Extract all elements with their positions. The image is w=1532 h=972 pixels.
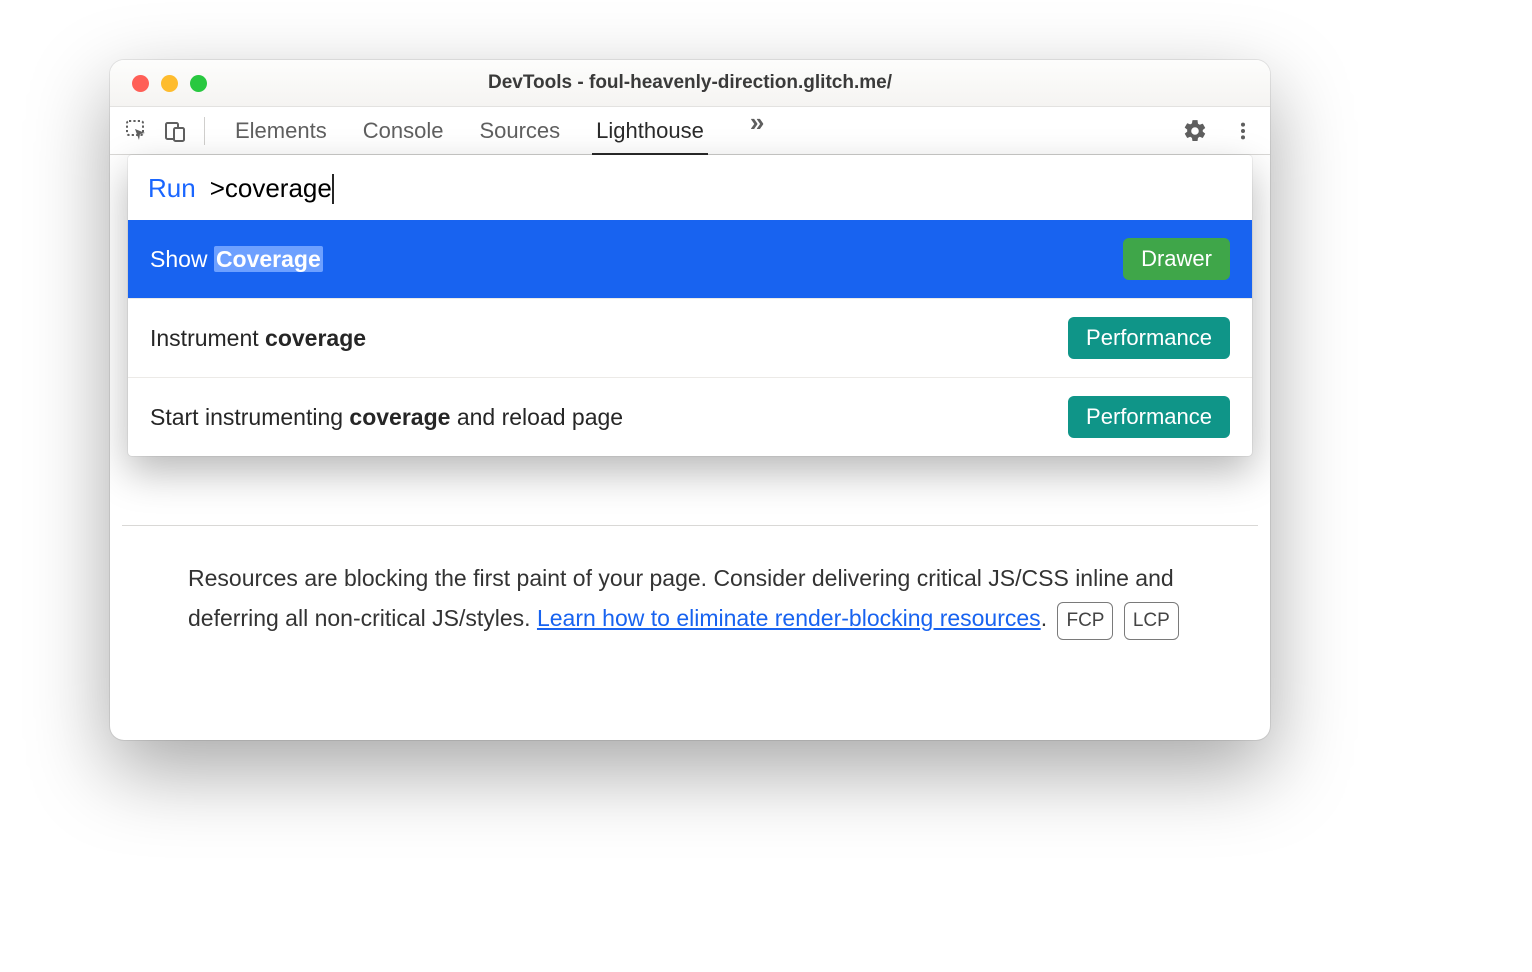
content-divider (122, 525, 1258, 526)
devtools-tabs: Elements Console Sources Lighthouse » (235, 107, 1176, 155)
palette-item-badge: Performance (1068, 396, 1230, 438)
palette-item-label: Show Coverage (150, 246, 323, 273)
palette-item-label: Start instrumenting coverage and reload … (150, 404, 623, 431)
minimize-window-button[interactable] (161, 75, 178, 92)
palette-item-badge: Performance (1068, 317, 1230, 359)
tab-lighthouse[interactable]: Lighthouse (596, 107, 704, 155)
maximize-window-button[interactable] (190, 75, 207, 92)
palette-item-label: Instrument coverage (150, 325, 366, 352)
toolbar-divider (204, 117, 205, 145)
palette-item-start-instrumenting[interactable]: Start instrumenting coverage and reload … (128, 377, 1252, 456)
palette-item-show-coverage[interactable]: Show Coverage Drawer (128, 220, 1252, 298)
tab-elements[interactable]: Elements (235, 107, 327, 155)
devtools-toolbar: Elements Console Sources Lighthouse » (110, 107, 1270, 155)
palette-query-text: >coverage (210, 173, 332, 204)
explainer-punct: . (1041, 605, 1047, 631)
palette-item-instrument-coverage[interactable]: Instrument coverage Performance (128, 298, 1252, 377)
more-options-icon[interactable] (1224, 112, 1262, 150)
command-palette-results: Show Coverage Drawer Instrument coverage… (128, 220, 1252, 456)
devtools-window: DevTools - foul-heavenly-direction.glitc… (110, 60, 1270, 740)
titlebar: DevTools - foul-heavenly-direction.glitc… (110, 60, 1270, 107)
command-palette: Run >coverage Show Coverage Drawer Instr… (128, 155, 1252, 456)
metric-badge-fcp: FCP (1057, 602, 1113, 639)
tab-sources[interactable]: Sources (479, 107, 560, 155)
palette-mode-label: Run (148, 173, 196, 204)
inspect-element-icon[interactable] (118, 112, 156, 150)
tab-console[interactable]: Console (363, 107, 444, 155)
window-title: DevTools - foul-heavenly-direction.glitc… (110, 72, 1270, 94)
learn-more-link[interactable]: Learn how to eliminate render-blocking r… (537, 605, 1041, 631)
settings-gear-icon[interactable] (1176, 112, 1214, 150)
close-window-button[interactable] (132, 75, 149, 92)
traffic-lights (132, 75, 207, 92)
device-toolbar-icon[interactable] (156, 112, 194, 150)
metric-badge-lcp: LCP (1124, 602, 1179, 639)
text-cursor-icon (332, 174, 334, 204)
palette-item-badge: Drawer (1123, 238, 1230, 280)
more-tabs-icon[interactable]: » (750, 107, 764, 155)
command-palette-input-row[interactable]: Run >coverage (128, 155, 1252, 220)
audit-explainer: Resources are blocking the first paint o… (110, 546, 1270, 640)
